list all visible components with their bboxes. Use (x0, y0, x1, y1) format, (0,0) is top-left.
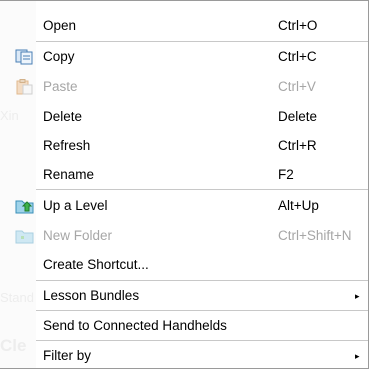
menu-item-refresh[interactable]: Refresh Ctrl+R (0, 131, 368, 161)
menu-item-shortcut: Alt+Up (278, 198, 319, 213)
paste-icon (15, 79, 35, 95)
menu-item-label: Paste (43, 79, 78, 94)
menu-separator (36, 189, 368, 190)
menu-item-label: Rename (43, 167, 95, 182)
menu-item-shortcut: Ctrl+O (278, 18, 318, 33)
menu-item-shortcut: Delete (278, 109, 318, 124)
menu-item-shortcut: Ctrl+C (278, 49, 317, 64)
menu-item-label: Create Shortcut... (43, 257, 149, 272)
menu-item-send-to-handhelds[interactable]: Send to Connected Handhelds (0, 311, 368, 341)
menu-item-delete[interactable]: Delete Delete (0, 102, 368, 132)
submenu-arrow-icon: ▸ (355, 351, 360, 361)
menu-item-lesson-bundles[interactable]: Lesson Bundles ▸ (0, 281, 368, 311)
menu-item-label: New Folder (43, 228, 113, 243)
copy-icon (15, 49, 35, 65)
menu-item-label: Open (43, 18, 77, 33)
menu-item-paste[interactable]: Paste Ctrl+V (0, 72, 368, 102)
menu-item-label: Lesson Bundles (43, 288, 140, 303)
menu-item-label: Send to Connected Handhelds (43, 318, 227, 333)
menu-item-shortcut: Ctrl+V (278, 79, 316, 94)
context-menu: Open Ctrl+O Copy Ctrl+C Paste Ctrl+V Del… (0, 0, 369, 369)
menu-item-filter-by[interactable]: Filter by ▸ (0, 341, 368, 371)
menu-item-label: Refresh (43, 138, 91, 153)
menu-item-copy[interactable]: Copy Ctrl+C (0, 42, 368, 72)
menu-item-rename[interactable]: Rename F2 (0, 160, 368, 190)
menu-item-label: Delete (43, 109, 83, 124)
menu-item-up-a-level[interactable]: Up a Level Alt+Up (0, 191, 368, 221)
menu-item-new-folder[interactable]: New Folder Ctrl+Shift+N (0, 221, 368, 251)
menu-item-label: Filter by (43, 348, 92, 363)
new-folder-icon (15, 228, 35, 244)
menu-item-shortcut: F2 (278, 167, 294, 182)
menu-item-shortcut: Ctrl+R (278, 138, 317, 153)
menu-item-label: Copy (43, 49, 75, 64)
menu-item-open[interactable]: Open Ctrl+O (0, 11, 368, 41)
submenu-arrow-icon: ▸ (355, 291, 360, 301)
menu-item-label: Up a Level (43, 198, 108, 213)
menu-item-shortcut: Ctrl+Shift+N (278, 228, 352, 243)
menu-item-create-shortcut[interactable]: Create Shortcut... (0, 250, 368, 280)
folder-up-icon (15, 198, 35, 214)
